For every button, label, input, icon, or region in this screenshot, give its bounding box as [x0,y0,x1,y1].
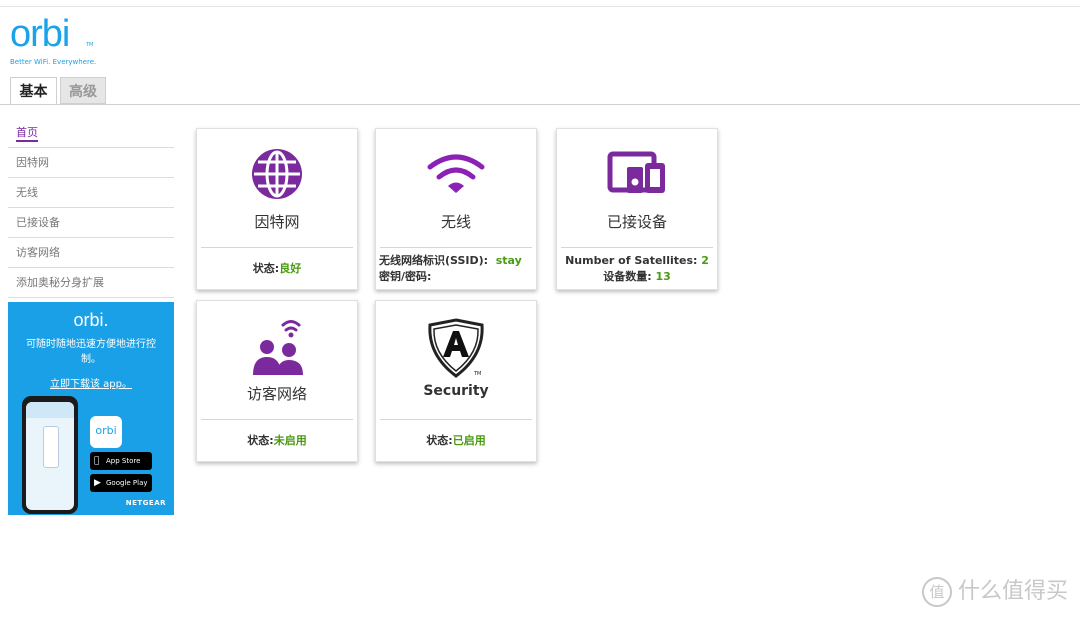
tab-divider [0,104,1080,105]
promo-text: 可随时随地迅速方便地进行控制。 [26,339,156,365]
security-card[interactable]: TM Security 状态:已启用 [375,300,537,462]
sidebar-item-guest-network[interactable]: 访客网络 [8,238,174,268]
wireless-info: 无线网络标识(SSID): stay 密钥/密码: [379,254,522,283]
app-icon-sub: NETGEAR [94,444,114,449]
device-count-value: 13 [655,270,671,283]
logo-word: orbi [10,13,70,55]
top-border [0,6,1080,7]
tab-advanced[interactable]: 高级 [60,77,106,104]
sidebar-item-home[interactable]: 首页 [8,118,174,148]
svg-text:TM: TM [473,371,481,377]
tab-basic[interactable]: 基本 [10,77,57,105]
ssid-value: stay [495,254,522,267]
card-status: 状态:未启用 [247,434,307,447]
armor-shield-icon: TM [376,317,536,385]
status-value: 已启用 [452,434,486,447]
google-play-button[interactable]: ▶ Google Play [90,474,152,492]
logo-tagline: Better WiFi. Everywhere. [10,58,97,66]
watermark: 值什么值得买 [921,573,1068,607]
app-store-button[interactable]: App Store [90,452,152,470]
promo-logo: orbi. [73,310,109,330]
router-image [43,426,59,468]
logo-tm: TM [86,42,94,48]
status-value: 未启用 [273,434,307,447]
orbi-logo: orbi TM Better WiFi. Everywhere. [10,14,96,66]
status-value: 良好 [279,262,302,275]
devices-icon [557,151,717,201]
card-title: 访客网络 [246,385,307,403]
globe-icon [197,145,357,207]
wifi-icon [376,151,536,201]
card-title: 无线 [440,213,471,231]
sidebar-item-attached-devices[interactable]: 已接设备 [8,208,174,238]
card-status: 状态:良好 [252,262,302,275]
sidebar-nav: 首页 因特网 无线 已接设备 访客网络 添加奥秘分身扩展 [8,118,174,298]
satellites-value: 2 [701,254,709,267]
sidebar-item-internet[interactable]: 因特网 [8,148,174,178]
sidebar-item-wireless[interactable]: 无线 [8,178,174,208]
sidebar-item-add-satellite[interactable]: 添加奥秘分身扩展 [8,268,174,298]
phone-image [22,396,78,514]
attached-devices-card[interactable]: 已接设备 Number of Satellites: 2 设备数量: 13 [556,128,718,290]
guest-network-card[interactable]: 访客网络 状态:未启用 [196,300,358,462]
guest-network-icon [197,317,357,381]
app-promo-banner: orbi. 可随时随地迅速方便地进行控制。 立即下载该 app。 orbi NE… [8,302,174,515]
netgear-brand: NETGEAR [125,499,166,507]
download-app-link[interactable]: 立即下载该 app。 [8,375,174,390]
internet-card[interactable]: 因特网 状态:良好 [196,128,358,290]
password-label: 密钥/密码: [379,270,432,283]
card-title: 已接设备 [606,213,667,231]
card-title: Security [423,383,489,399]
devices-info: Number of Satellites: 2 设备数量: 13 [565,254,709,283]
watermark-badge-icon: 值 [921,577,952,607]
sidebar-item-label: 首页 [16,126,38,142]
play-icon: ▶ [94,478,101,488]
card-status: 状态:已启用 [426,434,486,447]
wireless-card[interactable]: 无线 无线网络标识(SSID): stay 密钥/密码: [375,128,537,290]
card-title: 因特网 [254,213,300,231]
apple-icon:  [94,452,99,470]
